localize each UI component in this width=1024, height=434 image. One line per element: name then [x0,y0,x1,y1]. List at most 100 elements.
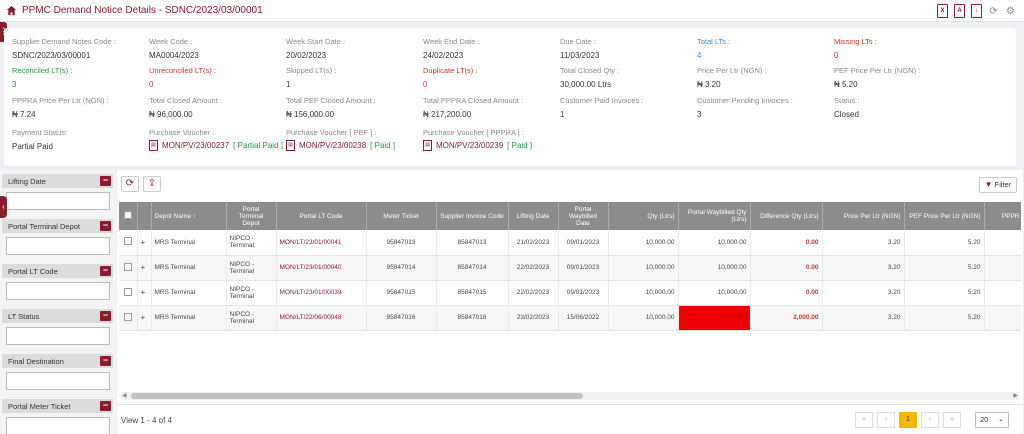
filter-group: Portal Terminal Depot − [2,219,113,255]
collapse-filter-button[interactable]: − [100,221,111,231]
cell-waybilled-text: 09/01/2023 [566,264,600,271]
summary-field: Week Start Date : 20/02/2023 [286,37,421,60]
row-checkbox-cell[interactable] [119,305,138,331]
row-checkbox[interactable] [123,237,132,246]
expand-row-cell[interactable]: + [137,305,152,331]
collapse-filter-button[interactable]: − [100,266,111,276]
column-header[interactable]: PEF Price Per Ltr (NGN) [904,202,985,230]
column-header[interactable]: Meter Ticket [366,202,437,230]
page-nav-button[interactable]: » [943,412,961,428]
filter-button-label: Filter [994,180,1012,189]
expand-icon[interactable]: + [141,238,146,247]
voucher-code[interactable]: MON/PV/23/00237 [162,141,229,150]
collapse-filter-button[interactable]: − [100,401,111,411]
scrollbar-thumb[interactable] [131,393,583,399]
row-checkbox[interactable] [123,287,132,296]
select-all-header[interactable] [119,202,138,230]
filter-input[interactable] [6,372,110,390]
excel-icon[interactable]: X [937,4,948,18]
summary-field-label: Total LTs : [697,37,731,46]
scroll-right-icon[interactable]: ▶ [1013,392,1018,400]
cell-wqty: 10,000.00 [678,230,751,256]
cell-lifting: 22/02/2023 [508,255,559,281]
summary-field-value: MA0004/2023 [149,51,199,60]
page-nav-button[interactable]: ‹ [877,412,895,428]
page-button-current[interactable]: 1 [899,412,917,428]
table-row[interactable]: + MRS Terminal NIPCO - Terminal MON/LT/23/0… [119,255,1021,281]
settings-icon[interactable]: ⚙ [1005,6,1016,17]
home-icon[interactable] [6,5,17,16]
summary-field: Total PPPRA Closed Amount : ₦ 217,200.00 [423,96,558,119]
export-button[interactable]: ⇪ [143,176,161,192]
row-checkbox[interactable] [123,312,132,321]
cell-lt[interactable]: MON/LT/23/01/00039 [276,280,367,306]
filter-input[interactable] [6,282,110,300]
expand-icon[interactable]: + [141,288,146,297]
collapse-sidebar-button[interactable]: ‹ [0,196,7,218]
page-header: PPMC Demand Notice Details - SDNC/2023/0… [0,0,1024,22]
filter-input[interactable] [6,237,110,255]
row-checkbox-cell[interactable] [119,280,138,306]
column-header[interactable]: Qty (Ltrs) [608,202,679,230]
column-header[interactable]: PPPR [984,202,1021,230]
summary-field-label: Unreconciled LT(s) : [149,66,216,75]
filter-input[interactable] [6,192,110,210]
summary-field-value: Partial Paid [12,142,53,151]
refresh-button[interactable]: ⟳ [121,176,139,192]
select-all-checkbox[interactable] [123,211,132,219]
cell-lt[interactable]: MON/LT/23/01/00040 [276,255,367,281]
column-header[interactable]: Portal LT Code [276,202,367,230]
column-header[interactable]: Portal Waybilled Qty (Ltrs) [678,202,751,230]
voucher-link[interactable]: ▤ MON/PV/23/00239 [ Paid ] [423,140,593,151]
expand-row-cell[interactable]: + [137,230,152,256]
expand-row-cell[interactable]: + [137,280,152,306]
column-header[interactable]: Portal Waybilled Date [558,202,609,230]
expand-icon[interactable]: + [141,313,146,322]
filter-input[interactable] [6,417,110,434]
column-header[interactable]: Price Per Ltr (NGN) [822,202,905,230]
expand-icon[interactable]: + [141,263,146,272]
column-header[interactable]: Depot Name ↑ [151,202,227,230]
cell-lt[interactable]: MON/LT/22/06/00048 [276,305,367,331]
cell-qty: 10,000.00 [608,255,679,281]
column-header[interactable] [137,202,152,230]
table-row[interactable]: + MRS Terminal NIPCO - Terminal MON/LT/22/0… [119,305,1021,331]
document-icon[interactable]: ↓ [971,4,982,18]
collapse-filter-button[interactable]: − [100,356,111,366]
summary-field-value: 20/02/2023 [286,51,327,60]
cell-qty: 10,000.00 [608,305,679,331]
filter-button[interactable]: ▼ Filter [979,177,1017,193]
refresh-icon[interactable]: ⟳ [988,6,999,17]
page-nav-button[interactable]: « [855,412,873,428]
summary-field-label: Week Start Date : [286,37,346,46]
lt-code-link[interactable]: MON/LT/23/01/00041 [280,239,342,246]
cell-waybilled: 09/01/2023 [558,230,609,256]
pdf-icon[interactable]: A [954,4,965,18]
page-size-select[interactable]: 20 ⌄ [975,412,1009,428]
table-row[interactable]: + MRS Terminal NIPCO - Terminal MON/LT/23/0… [119,230,1021,256]
lt-code-link[interactable]: MON/LT/23/01/00039 [280,289,342,296]
row-checkbox-cell[interactable] [119,230,138,256]
column-header[interactable]: Difference Qty (Ltrs) [750,202,823,230]
lt-code-link[interactable]: MON/LT/23/01/00040 [280,264,342,271]
expand-row-cell[interactable]: + [137,255,152,281]
column-header[interactable]: Supplier Invoice Code [436,202,509,230]
table-row[interactable]: + MRS Terminal NIPCO - Terminal MON/LT/23/0… [119,280,1021,306]
filter-icon: ▼ [984,180,993,189]
cell-lt[interactable]: MON/LT/23/01/00041 [276,230,367,256]
row-checkbox[interactable] [123,262,132,271]
filter-input[interactable] [6,327,110,345]
collapse-filter-button[interactable]: − [100,311,111,321]
filter-group: Portal LT Code − [2,264,113,300]
horizontal-scrollbar[interactable]: ◀ ▶ [121,392,1019,400]
voucher-code[interactable]: MON/PV/23/00238 [299,141,366,150]
row-checkbox-cell[interactable] [119,255,138,281]
column-header[interactable]: Portal Terminal Depot [226,202,277,230]
page-nav-button[interactable]: › [921,412,939,428]
column-header[interactable]: Lifting Date [508,202,559,230]
voucher-code[interactable]: MON/PV/23/00239 [436,141,503,150]
scroll-left-icon[interactable]: ◀ [122,392,127,400]
lt-code-link[interactable]: MON/LT/22/06/00048 [280,314,342,321]
collapse-filter-button[interactable]: − [100,176,111,186]
cell-diff: 0.00 [750,255,823,281]
